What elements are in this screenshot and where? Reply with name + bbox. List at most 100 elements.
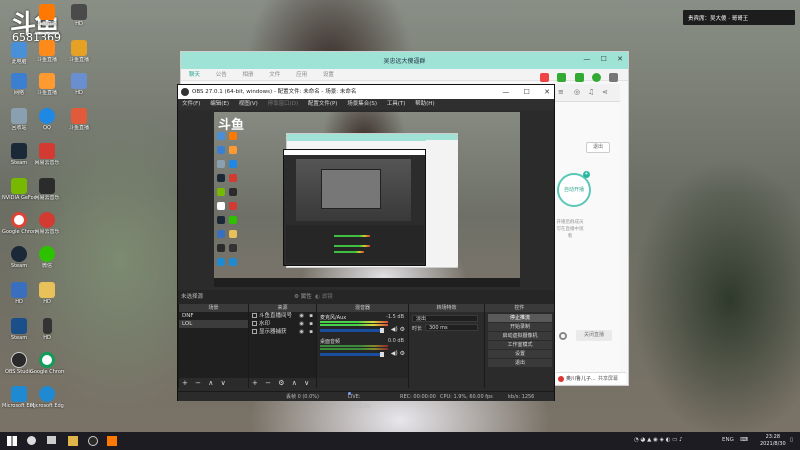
file-explorer-icon[interactable] [68, 436, 78, 446]
desktop-icon-douyu-live[interactable]: 斗鱼直播 [30, 40, 64, 63]
properties-button[interactable]: ⚙ 属性 [294, 290, 312, 304]
source-item[interactable]: 斗鱼直播间号 ◉ ▪ [249, 312, 316, 320]
tray-icons[interactable]: ◔ ◕ ▲ ◉ ◈ ◐ ▭ ♪ [634, 437, 683, 443]
start-recording-button[interactable]: 开始录制 [488, 323, 552, 331]
lock-icon[interactable]: ▪ [309, 328, 313, 336]
gear-icon[interactable] [559, 332, 567, 340]
transition-select[interactable]: 淡出 [412, 315, 478, 322]
desktop-icon-app-4[interactable]: 斗鱼直播 [62, 40, 96, 63]
bell-icon[interactable]: ♫ [588, 88, 594, 96]
exit-button[interactable]: 退出 [488, 359, 552, 367]
footer-share[interactable]: 共享屏幕 [598, 373, 618, 385]
desktop-icon-douyu-2[interactable]: 斗鱼直播 [30, 4, 64, 27]
tab-announcement[interactable]: 公告 [216, 72, 227, 78]
desktop-icon-netease-music[interactable]: 网易云音乐 [30, 212, 64, 235]
settings-button[interactable]: 设置 [488, 350, 552, 358]
desktop-icon-qq[interactable]: QQ [30, 108, 64, 131]
stop-streaming-button[interactable]: 停止推流 [488, 314, 552, 322]
speaker-icon[interactable]: ◀) [391, 326, 398, 333]
user-icon[interactable]: ◎ [574, 88, 580, 96]
desktop-icon-douyu-live-2[interactable]: 斗鱼直播 [30, 73, 64, 96]
filters-button[interactable]: ◐ 滤镜 [315, 290, 333, 304]
volume-slider[interactable] [320, 352, 384, 357]
menu-help[interactable]: 帮助(H) [415, 101, 434, 107]
speaker-icon[interactable]: ◀) [391, 350, 398, 357]
add-source-button[interactable]: + [252, 379, 258, 387]
desktop-icon-folder[interactable]: HD [30, 282, 64, 305]
search-icon[interactable] [27, 436, 36, 445]
close-icon[interactable]: ✕ [617, 55, 623, 63]
auto-live-button[interactable]: 自动开播 [557, 173, 591, 207]
menu-file[interactable]: 文件(F) [182, 101, 200, 107]
notification-icon[interactable]: ▯ [790, 437, 793, 443]
remove-source-button[interactable]: − [265, 379, 271, 387]
source-item[interactable]: 显示器捕获 ◉ ▪ [249, 328, 316, 336]
share-icon[interactable]: ⋖ [602, 88, 608, 96]
desktop-icon-app-6[interactable]: 斗鱼直播 [62, 108, 96, 131]
desktop-icon-wechat[interactable]: 微信 [30, 246, 64, 269]
preview-obs-window [283, 149, 426, 266]
lock-icon[interactable]: ▪ [309, 312, 313, 320]
tab-files[interactable]: 文件 [269, 72, 280, 78]
scene-item-dnf[interactable]: DNF [179, 312, 248, 320]
task-view-icon[interactable] [47, 436, 56, 444]
lock-icon[interactable]: ▪ [309, 320, 313, 328]
move-up-button[interactable]: ∧ [208, 379, 213, 387]
keyboard-icon[interactable]: ⌨ [740, 437, 748, 443]
remove-scene-button[interactable]: − [195, 379, 201, 387]
menu-scene-collection[interactable]: 场景集合(S) [347, 101, 377, 107]
windows-start-icon[interactable] [7, 436, 17, 446]
close-icon[interactable]: ✕ [544, 88, 550, 96]
source-settings-button[interactable]: ⚙ [278, 379, 284, 387]
minimize-icon[interactable]: — [502, 88, 509, 96]
menu-profile[interactable]: 配置文件(P) [308, 101, 338, 107]
desktop-icon-netease-2[interactable]: 网易云音乐 [30, 178, 64, 201]
virtual-camera-button[interactable]: 启动虚拟摄像机 [488, 332, 552, 340]
gear-icon[interactable]: ⚙ [400, 350, 405, 357]
studio-mode-button[interactable]: 工作室模式 [488, 341, 552, 349]
add-scene-button[interactable]: + [182, 379, 188, 387]
add-icon[interactable] [591, 73, 601, 82]
tab-apps[interactable]: 应用 [296, 72, 307, 78]
eye-icon[interactable]: ◉ [299, 320, 304, 328]
phone-icon[interactable] [540, 73, 550, 82]
maximize-icon[interactable]: ☐ [601, 55, 607, 63]
desktop-icon-netease[interactable]: 网易云音乐 [30, 143, 64, 166]
scene-item-lol[interactable]: LOL [179, 320, 248, 328]
app-icon [71, 73, 87, 89]
duration-input[interactable]: 300 ms [425, 324, 478, 331]
eye-icon[interactable]: ◉ [299, 328, 304, 336]
move-down-button[interactable]: ∨ [221, 379, 226, 387]
menu-docks[interactable]: 停靠窗口(D) [268, 101, 299, 107]
menu-tools[interactable]: 工具(T) [387, 101, 406, 107]
desktop-icon-chrome-2[interactable]: Google Chrome [30, 352, 64, 375]
volume-slider[interactable] [320, 328, 384, 333]
close-live-button[interactable]: 关闭直播 [576, 330, 612, 341]
desktop-icon-app-5[interactable]: HD [62, 73, 96, 96]
desktop-icon-app-3[interactable]: HD [62, 4, 96, 27]
exit-button[interactable]: 退出 [586, 142, 610, 153]
tab-chat[interactable]: 聊天 [189, 72, 200, 78]
douyu-taskbar-icon[interactable] [107, 436, 117, 446]
source-item[interactable]: 水印 ◉ ▪ [249, 320, 316, 328]
video-icon[interactable] [557, 73, 567, 82]
menu-edit[interactable]: 编辑(E) [210, 101, 229, 107]
desktop-icon-edge-2[interactable]: Microsoft Edge [30, 386, 64, 409]
obs-taskbar-icon[interactable] [88, 436, 98, 446]
gear-icon[interactable]: ⚙ [400, 326, 405, 333]
move-up-button[interactable]: ∧ [292, 379, 297, 387]
tab-settings[interactable]: 设置 [323, 72, 334, 78]
minimize-icon[interactable]: — [583, 55, 590, 63]
move-down-button[interactable]: ∨ [304, 379, 309, 387]
obs-preview[interactable]: 斗鱼 [214, 112, 520, 287]
tab-album[interactable]: 相册 [243, 72, 254, 78]
maximize-icon[interactable]: ☐ [524, 88, 530, 96]
desktop-icon-phone[interactable]: HD [30, 318, 64, 341]
menu-icon[interactable]: ≡ [558, 88, 564, 96]
input-language[interactable]: ENG [722, 437, 734, 443]
more-icon[interactable] [609, 73, 618, 82]
screen-share-icon[interactable] [574, 73, 584, 82]
eye-icon[interactable]: ◉ [299, 312, 304, 320]
clock[interactable]: 23:28 2021/8/30 [760, 434, 786, 448]
menu-view[interactable]: 视图(V) [239, 101, 258, 107]
